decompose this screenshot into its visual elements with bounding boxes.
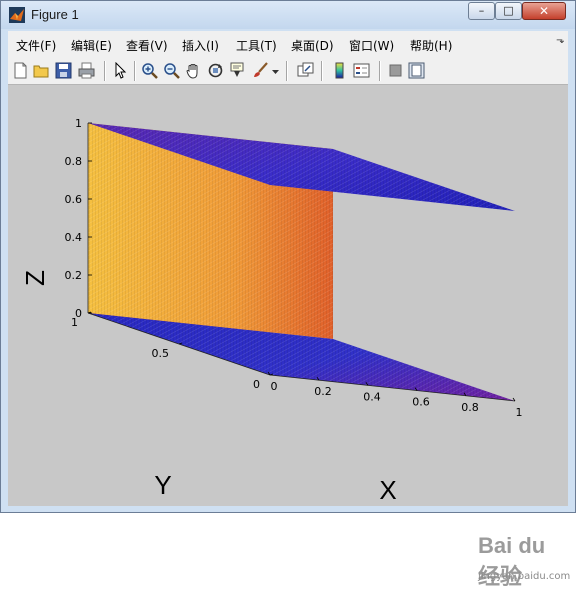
title-bar[interactable]: Figure 1 – □ ✕ bbox=[1, 1, 575, 29]
menu-bar: 文件(F) 编辑(E) 查看(V) 插入(I) 工具(T) 桌面(D) 窗口(W… bbox=[8, 31, 568, 57]
z-tick-label: 0.6 bbox=[65, 193, 83, 206]
menu-desktop[interactable]: 桌面(D) bbox=[291, 37, 334, 54]
x-tick-label: 0.6 bbox=[412, 396, 430, 409]
x-tick-label: 0 bbox=[271, 380, 278, 393]
edit-plot-arrow-icon[interactable] bbox=[112, 62, 129, 79]
new-figure-icon[interactable] bbox=[12, 62, 29, 79]
x-tick-label: 0.8 bbox=[461, 401, 479, 414]
z-tick-label: 0.4 bbox=[65, 231, 83, 244]
toolbar-separator bbox=[379, 61, 380, 81]
menu-window[interactable]: 窗口(W) bbox=[349, 37, 394, 54]
zoom-in-icon[interactable] bbox=[141, 62, 158, 79]
minimize-icon: – bbox=[478, 4, 485, 17]
x-axis-label: X bbox=[379, 475, 396, 505]
zoom-out-icon[interactable] bbox=[163, 62, 180, 79]
open-file-icon[interactable] bbox=[33, 62, 50, 79]
menu-help[interactable]: 帮助(H) bbox=[410, 37, 452, 54]
toolbar-separator bbox=[134, 61, 135, 81]
toolbar-separator bbox=[286, 61, 287, 81]
menu-insert[interactable]: 插入(I) bbox=[182, 37, 219, 54]
figure-toolbar bbox=[8, 57, 568, 85]
legend-icon[interactable] bbox=[353, 62, 370, 79]
menu-expand-icon[interactable]: ⬎ bbox=[556, 35, 564, 46]
data-cursor-icon[interactable] bbox=[229, 62, 246, 79]
x-tick-label: 1 bbox=[516, 406, 523, 419]
maximize-button[interactable]: □ bbox=[495, 2, 522, 20]
matlab-icon bbox=[9, 7, 25, 23]
y-tick-label: 0 bbox=[253, 378, 260, 391]
figure-window: Figure 1 – □ ✕ 文件(F) 编辑(E) 查看(V) 插入(I) 工… bbox=[0, 0, 576, 589]
menu-view[interactable]: 查看(V) bbox=[126, 37, 168, 54]
link-plot-icon[interactable] bbox=[297, 62, 314, 79]
close-button[interactable]: ✕ bbox=[522, 2, 566, 20]
z-axis-label: Z bbox=[20, 270, 50, 286]
show-plot-tools-icon[interactable] bbox=[408, 62, 425, 79]
y-tick-label: 0.5 bbox=[152, 347, 170, 360]
menu-edit[interactable]: 编辑(E) bbox=[71, 37, 112, 54]
axes-3d[interactable]: 0 0.2 0.4 0.6 0.8 100.5100.20.40.60.81 Z Y X bbox=[8, 85, 568, 506]
close-icon: ✕ bbox=[538, 4, 550, 18]
x-tick-label: 0.2 bbox=[314, 385, 332, 398]
watermark-url: jingyan.baidu.com bbox=[478, 571, 571, 582]
menu-tools[interactable]: 工具(T) bbox=[236, 37, 277, 54]
z-tick-label: 1 bbox=[75, 117, 82, 130]
print-icon[interactable] bbox=[78, 62, 95, 79]
brush-icon[interactable] bbox=[252, 62, 269, 79]
pan-hand-icon[interactable] bbox=[185, 62, 202, 79]
x-tick-label: 0.4 bbox=[363, 390, 381, 403]
y-axis-label: Y bbox=[154, 470, 171, 500]
z-tick-label: 0 bbox=[75, 307, 82, 320]
rotate-3d-icon[interactable] bbox=[207, 62, 224, 79]
window-title: Figure 1 bbox=[31, 7, 79, 22]
brush-dropdown-icon[interactable] bbox=[271, 62, 280, 79]
colorbar-icon[interactable] bbox=[331, 62, 348, 79]
maximize-icon: □ bbox=[503, 4, 514, 17]
baidu-watermark: Bai du 经验 jingyan.baidu.com bbox=[478, 533, 571, 591]
z-tick-label: 0.2 bbox=[65, 269, 83, 282]
menu-file[interactable]: 文件(F) bbox=[16, 37, 56, 54]
z-tick-label: 0.8 bbox=[65, 155, 83, 168]
toolbar-separator bbox=[104, 61, 105, 81]
save-icon[interactable] bbox=[55, 62, 72, 79]
figure-canvas[interactable]: 0 0.2 0.4 0.6 0.8 1 0 0.5 1 0 0.2 0.4 0.6 0.8 1 Z Y X … bbox=[8, 85, 570, 589]
minimize-button[interactable]: – bbox=[468, 2, 495, 20]
toolbar-separator bbox=[321, 61, 322, 81]
hide-plot-tools-icon[interactable] bbox=[387, 62, 404, 79]
